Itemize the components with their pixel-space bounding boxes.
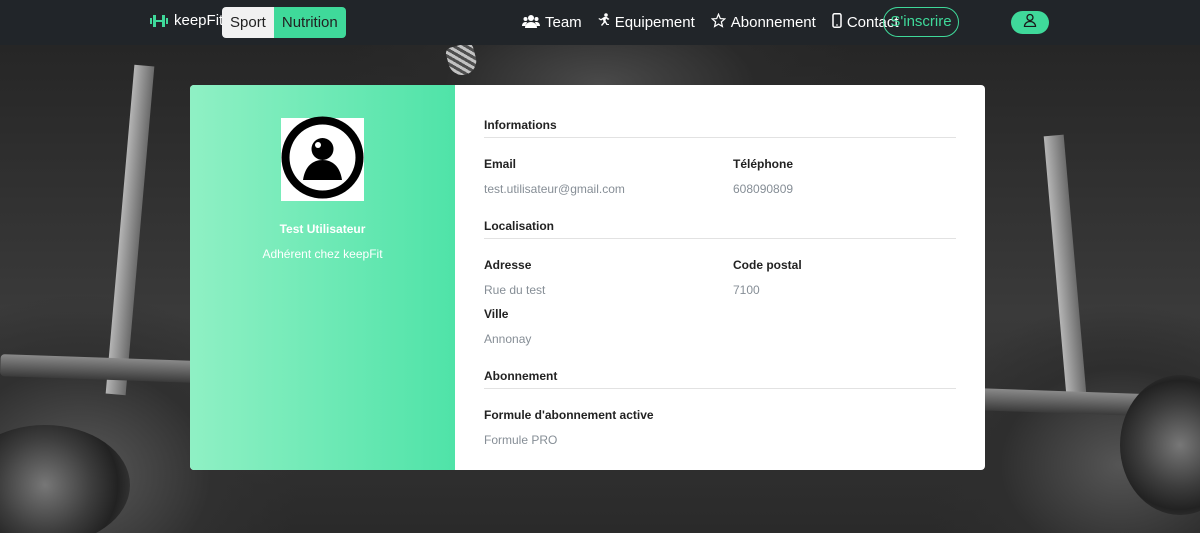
- nav-item-abonnement[interactable]: Abonnement: [710, 12, 816, 32]
- phone-value: 608090809: [733, 182, 794, 196]
- user-circle-icon: [281, 116, 364, 204]
- section-title-abonnement: Abonnement: [484, 369, 956, 389]
- toggle-nutrition-button[interactable]: Nutrition: [273, 7, 346, 38]
- profile-sidebar: Test Utilisateur Adhérent chez keepFit: [190, 85, 455, 470]
- sport-nutrition-toggle: Sport Nutrition: [222, 7, 346, 38]
- profile-subtitle: Adhérent chez keepFit: [262, 247, 383, 261]
- account-button[interactable]: [1011, 11, 1049, 34]
- nav-item-label: Abonnement: [730, 14, 816, 31]
- city-label: Ville: [484, 307, 509, 321]
- email-label: Email: [484, 157, 517, 171]
- email-value: test.utilisateur@gmail.com: [484, 182, 625, 196]
- postal-code-label: Code postal: [733, 258, 802, 272]
- nav-item-team[interactable]: Team: [522, 14, 582, 32]
- address-value: Rue du test: [484, 283, 546, 297]
- running-icon: [598, 13, 610, 32]
- star-icon: [710, 12, 727, 32]
- background-logo: [444, 45, 480, 79]
- nav-menu: Team Equipement Abonnement Contact: [522, 0, 915, 45]
- nav-item-equipement[interactable]: Equipement: [598, 13, 695, 32]
- rack-post-left: [105, 64, 155, 396]
- profile-details: Informations Email test.utilisateur@gmai…: [455, 85, 985, 470]
- city-value: Annonay: [484, 332, 532, 346]
- formula-value: Formule PRO: [484, 433, 558, 447]
- brand-name: keepFit: [174, 12, 224, 29]
- nav-item-label: Team: [545, 14, 582, 31]
- users-icon: [522, 14, 540, 32]
- profile-card: Test Utilisateur Adhérent chez keepFit I…: [190, 85, 985, 470]
- rack-post-right: [1043, 134, 1087, 396]
- address-label: Adresse: [484, 258, 532, 272]
- navbar: keepFit Sport Nutrition Team Equipement …: [0, 0, 1200, 45]
- avatar: [281, 116, 364, 204]
- section-title-informations: Informations: [484, 118, 956, 138]
- signup-button[interactable]: S'inscrire: [883, 7, 959, 37]
- toggle-sport-button[interactable]: Sport: [222, 7, 274, 38]
- dumbbell-icon: [150, 14, 168, 28]
- mobile-icon: [832, 13, 842, 32]
- profile-name: Test Utilisateur: [279, 222, 366, 236]
- phone-label: Téléphone: [733, 157, 794, 171]
- formula-label: Formule d'abonnement active: [484, 408, 654, 422]
- nav-item-label: Equipement: [614, 14, 695, 31]
- brand-link[interactable]: keepFit: [150, 12, 223, 29]
- user-icon: [1023, 13, 1037, 32]
- weight-plate-left: [0, 425, 130, 533]
- section-title-localisation: Localisation: [484, 219, 956, 239]
- postal-code-value: 7100: [733, 283, 760, 297]
